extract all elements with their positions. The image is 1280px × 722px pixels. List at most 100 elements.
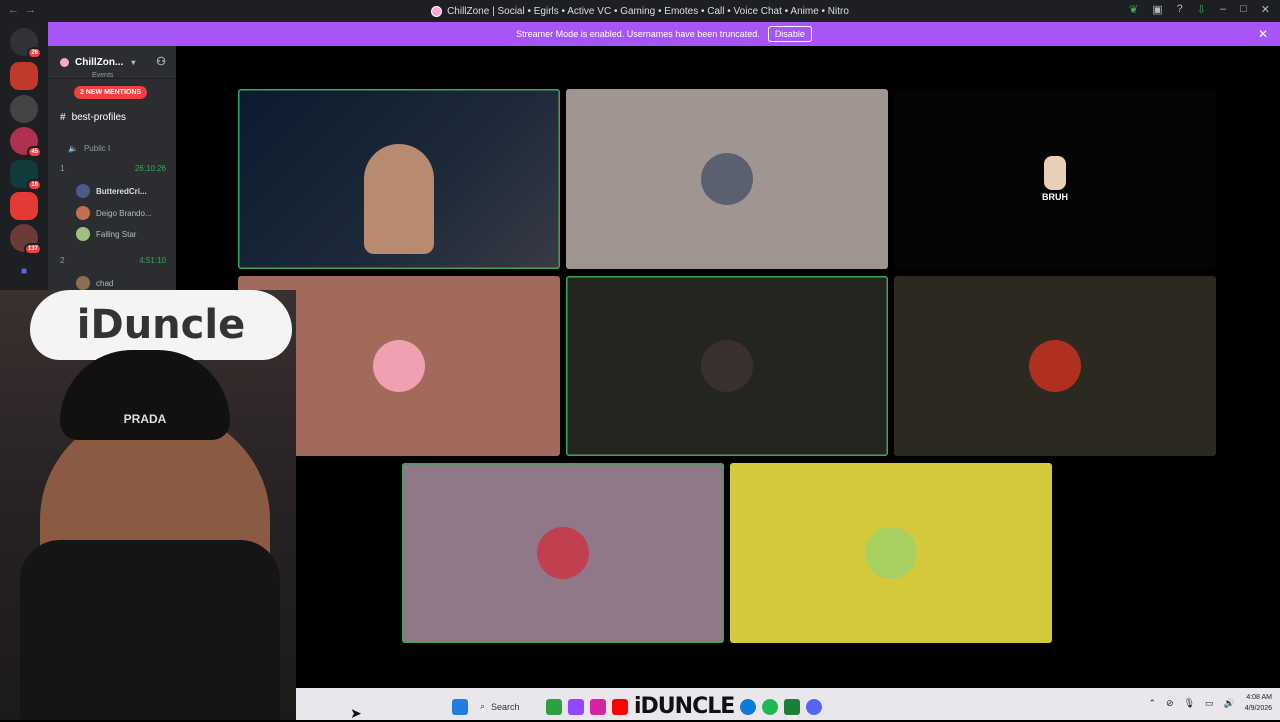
avatar (76, 227, 90, 241)
avatar-tile[interactable] (566, 276, 888, 456)
chevron-up-icon[interactable]: ⌃ (1148, 698, 1156, 709)
channel-label: best-profiles (71, 112, 127, 123)
spotify-icon[interactable] (762, 698, 779, 715)
voice-channel-2[interactable]: 2 4:51:10 (60, 256, 166, 265)
app-icon[interactable] (784, 698, 801, 715)
maximize-icon[interactable]: □ (1240, 3, 1247, 16)
leaf-icon[interactable]: ❦ (1129, 3, 1138, 16)
hash-icon: # (60, 112, 66, 123)
title-bar: ←→ ChillZone | Social • Egirls • Active … (0, 0, 1280, 22)
iduncle-logo: iDUNCLE (634, 694, 735, 719)
instagram-icon[interactable] (590, 698, 606, 715)
server-icon-2[interactable] (10, 95, 38, 123)
nav-arrows[interactable]: ←→ (8, 4, 42, 16)
volume-icon[interactable]: 🔊 (1224, 698, 1235, 709)
close-window-icon[interactable]: ✕ (1261, 3, 1270, 16)
discord-icon[interactable] (806, 698, 823, 715)
streamer-mode-banner: Streamer Mode is enabled. Usernames have… (48, 22, 1280, 46)
speaker-icon: 🔈 (68, 144, 78, 153)
avatar-tile[interactable] (730, 463, 1052, 643)
avatar-tile[interactable] (566, 89, 888, 269)
taskbar-clock[interactable]: 4:08 AM 4/9/2026 (1245, 692, 1272, 714)
folder-icon[interactable]: ■ (10, 258, 38, 286)
server-icon-4[interactable]: 18 (10, 160, 42, 191)
voice-channel-1[interactable]: 1 26:10:26 (60, 164, 166, 173)
invite-icon[interactable]: ⚇ (156, 55, 166, 68)
vc1-timer: 26:10:26 (134, 164, 166, 173)
avatar (865, 527, 917, 579)
shirt (20, 540, 280, 720)
voice-user[interactable]: Falling Star (76, 227, 136, 241)
avatar (76, 276, 90, 290)
banner-text: Streamer Mode is enabled. Usernames have… (516, 29, 760, 39)
voice-user-name: chad (96, 278, 114, 288)
close-banner-icon[interactable]: ✕ (1258, 27, 1268, 41)
events-item[interactable]: Events (92, 72, 113, 79)
avatar-caption: BRUH (1042, 192, 1068, 202)
channel-best-profiles[interactable]: # best-profiles (60, 112, 126, 123)
avatar (701, 153, 753, 205)
disable-button[interactable]: Disable (767, 26, 812, 42)
server-icon (431, 5, 443, 17)
mouse-cursor-icon: ➤ (350, 705, 362, 721)
new-mentions-pill[interactable]: 2 NEW MENTIONS (74, 86, 148, 99)
avatar-tile[interactable]: BRUH (894, 89, 1216, 269)
display-icon[interactable]: ▭ (1205, 698, 1214, 709)
clock-time: 4:08 AM (1246, 694, 1272, 701)
avatar-tile[interactable] (894, 276, 1216, 456)
download-icon[interactable]: ⇩ (1197, 3, 1206, 16)
voice-user[interactable]: chad (76, 276, 113, 290)
server-icon-1[interactable] (10, 62, 38, 90)
avatar (537, 527, 589, 579)
avatar (1029, 340, 1081, 392)
kick-icon[interactable] (546, 698, 562, 715)
clock-date: 4/9/2026 (1244, 705, 1272, 712)
call-grid: BRUH (176, 46, 1280, 688)
server-icon-3[interactable]: 45 (10, 127, 42, 158)
avatar (76, 184, 90, 198)
vc2-name: 2 (60, 256, 65, 265)
network-icon[interactable]: ⊘ (1166, 698, 1174, 709)
twitch-icon[interactable] (568, 698, 584, 715)
help-icon[interactable]: ? (1177, 3, 1183, 16)
server-badge-3: 45 (27, 146, 42, 158)
edge-icon[interactable] (740, 698, 757, 715)
voice-user-name: ButteredCri... (96, 186, 147, 196)
search-label: Search (491, 701, 520, 712)
youtube-icon[interactable] (612, 698, 628, 715)
server-icon-5[interactable] (10, 192, 38, 220)
start-icon[interactable] (452, 698, 468, 715)
taskbar-search[interactable]: ⌕ Search (474, 697, 540, 717)
server-badge-6: 137 (23, 243, 42, 255)
server-badge-4: 18 (27, 179, 42, 191)
dm-badge: 26 (27, 47, 42, 59)
avatar-tile[interactable] (402, 463, 724, 643)
server-rail: 26 45 18 137 ■ (0, 22, 48, 290)
avatar (373, 340, 425, 392)
avatar (76, 206, 90, 220)
vc1-name: 1 (60, 164, 65, 173)
guild-name: ChillZon... (75, 56, 124, 68)
mic-icon[interactable]: 🎙 (1184, 698, 1195, 709)
windows-taskbar: ⌕ Search iDUNCLE ⌃ ⊘ 🎙 ▭ 🔊 4:08 AM 4/9/2… (296, 688, 1280, 720)
minimize-icon[interactable]: – (1220, 3, 1226, 16)
voice-user[interactable]: Deigo Brando... (76, 206, 152, 220)
window-title: ChillZone | Social • Egirls • Active VC … (447, 5, 849, 17)
screen-icon[interactable]: ▣ (1152, 3, 1162, 16)
guild-icon (60, 57, 69, 67)
vc2-timer: 4:51:10 (139, 256, 166, 265)
video-tile[interactable] (238, 89, 560, 269)
video-person (364, 144, 434, 254)
dm-button[interactable]: 26 (10, 28, 42, 59)
search-icon: ⌕ (480, 701, 486, 711)
voice-category[interactable]: 🔈 Public I (68, 144, 110, 153)
server-icon-6[interactable]: 137 (10, 224, 42, 255)
channel-sidebar: ChillZon... ▾ ⚇ Events 2 NEW MENTIONS # … (48, 46, 176, 290)
chevron-down-icon: ▾ (131, 57, 136, 67)
voice-user-name: Deigo Brando... (96, 208, 152, 218)
avatar (701, 340, 753, 392)
webcam-overlay: iDuncle PRADA (0, 290, 296, 720)
bucket-hat: PRADA (60, 350, 230, 440)
category-label: Public I (83, 144, 111, 153)
voice-user[interactable]: ButteredCri... (76, 184, 147, 198)
